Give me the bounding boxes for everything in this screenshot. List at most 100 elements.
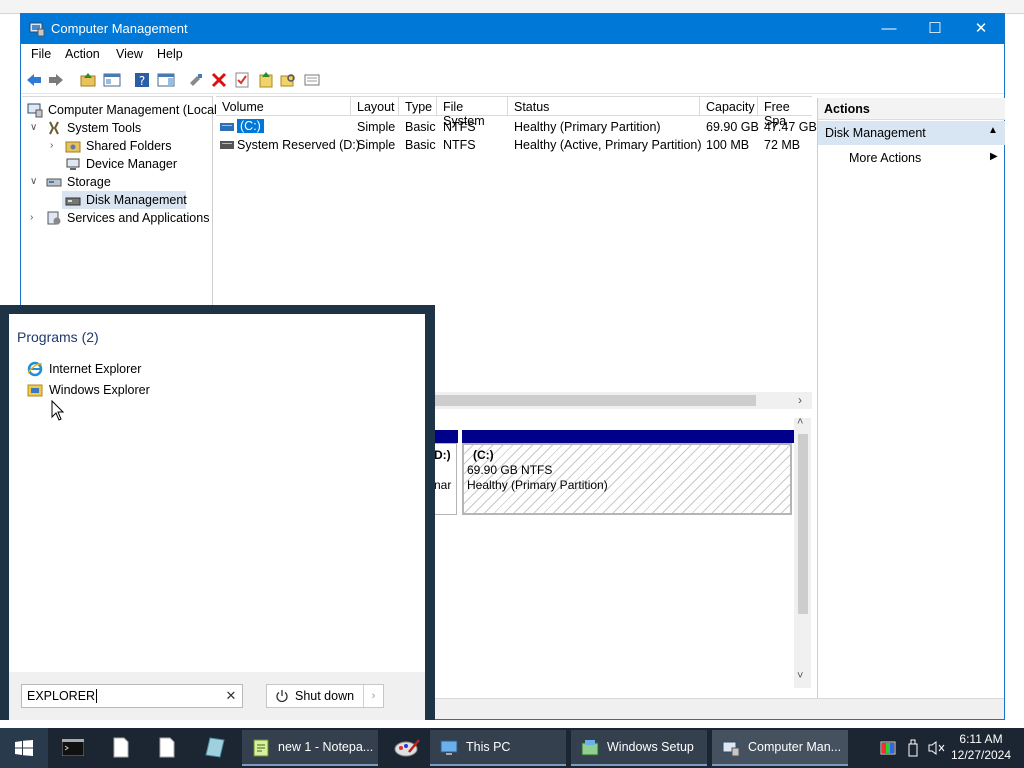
program-windows-explorer[interactable]: Windows Explorer [27, 381, 247, 401]
tree-label: Computer Management (Local [48, 103, 217, 117]
taskbar-pinned-app[interactable] [192, 728, 238, 768]
disk-map: D:) nar (C:) 69.90 GB NTFS Healthy (Prim… [429, 418, 805, 708]
vertical-scrollbar[interactable]: ˄ ˅ [794, 416, 811, 688]
tree-item-device-manager[interactable]: Device Manager [22, 155, 212, 173]
close-button[interactable]: ✕ [958, 14, 1004, 44]
window-title: Computer Management [51, 21, 188, 36]
export-icon[interactable] [257, 71, 275, 89]
partition-system-reserved[interactable]: D:) nar [433, 443, 457, 515]
document-icon [159, 737, 175, 758]
actions-section-disk-management[interactable]: Disk Management ▲ [818, 121, 1005, 145]
taskbar-command-prompt[interactable] [50, 728, 96, 768]
scroll-right-icon[interactable]: › [798, 393, 802, 407]
actions-header: Actions [818, 98, 1005, 120]
up-folder-icon[interactable] [79, 71, 97, 89]
shutdown-button[interactable]: Shut down › [266, 684, 384, 708]
menu-file[interactable]: File [31, 47, 51, 61]
tree-item-disk-management[interactable]: Disk Management [62, 191, 187, 209]
back-arrow-icon[interactable] [25, 71, 43, 89]
menu-view[interactable]: View [116, 47, 143, 61]
volume-muted-tray-icon[interactable] [928, 740, 946, 756]
taskbar-file-1[interactable] [98, 728, 144, 768]
search-input[interactable]: EXPLORER​ ✕ [21, 684, 243, 708]
forward-arrow-icon[interactable] [47, 71, 65, 89]
shared-folders-icon [65, 141, 81, 153]
tree-item-computer-management[interactable]: Computer Management (Local [22, 101, 217, 119]
column-header-capacity[interactable]: Capacity [700, 97, 758, 116]
table-row[interactable]: System Reserved (D:) Simple Basic NTFS H… [216, 136, 812, 154]
more-actions-item[interactable]: More Actions ▶ [818, 147, 1005, 169]
task-label: This PC [466, 740, 511, 754]
title-bar[interactable]: Computer Management — ☐ ✕ [21, 14, 1004, 44]
start-button[interactable] [0, 728, 48, 768]
partition-status: Healthy (Primary Partition) [467, 478, 608, 492]
partition-c[interactable]: (C:) 69.90 GB NTFS Healthy (Primary Part… [462, 443, 792, 515]
tree-item-system-tools[interactable]: ∨ System Tools [22, 119, 212, 137]
actions-pane: Actions Disk Management ▲ More Actions ▶ [817, 98, 1005, 698]
tree-label: System Tools [67, 121, 142, 135]
clear-search-icon[interactable]: ✕ [222, 688, 240, 706]
volume-name: System Reserved (D:) [237, 138, 360, 152]
connect-icon[interactable] [187, 71, 205, 89]
minimize-button[interactable]: — [866, 14, 912, 44]
tree-item-services-and-applications[interactable]: › Services and Applications [22, 209, 212, 227]
tree-item-shared-folders[interactable]: › Shared Folders [22, 137, 212, 155]
windows-logo-icon [15, 740, 33, 756]
taskbar-task-windows-setup[interactable]: Windows Setup [571, 730, 707, 766]
taskbar-file-2[interactable] [144, 728, 190, 768]
taskbar-paint-app[interactable] [384, 728, 430, 768]
program-internet-explorer[interactable]: Internet Explorer [27, 360, 247, 380]
partition-separator [458, 430, 462, 443]
volume-status: Healthy (Active, Primary Partition) [514, 138, 702, 152]
scroll-down-icon[interactable]: ˅ [797, 670, 803, 682]
volume-capacity: 100 MB [706, 138, 750, 152]
menu-help[interactable]: Help [157, 47, 183, 61]
chevron-right-icon[interactable]: › [30, 212, 40, 223]
taskbar-task-notepad[interactable]: new 1 - Notepa... [242, 730, 378, 766]
chevron-down-icon[interactable]: ∨ [30, 176, 40, 187]
program-label: Internet Explorer [49, 362, 142, 376]
chevron-right-icon[interactable]: › [50, 140, 60, 151]
chevron-down-icon[interactable]: ∨ [30, 122, 40, 133]
text-cursor: ​ [96, 689, 98, 703]
column-header-volume[interactable]: Volume [216, 97, 351, 116]
maximize-button[interactable]: ☐ [912, 14, 958, 44]
color-app-tray-icon[interactable] [880, 740, 896, 756]
list-view-icon[interactable] [303, 71, 321, 89]
collapse-up-icon[interactable]: ▲ [988, 125, 998, 136]
background-window-edge [1004, 14, 1024, 720]
delete-icon[interactable] [210, 71, 228, 89]
clock[interactable]: 6:11 AM 12/27/2024 [946, 731, 1016, 763]
partition-status: nar [434, 478, 452, 492]
menu-bar: File Action View Help [21, 44, 1004, 66]
power-icon [276, 690, 288, 703]
partition-label: D:) [434, 448, 451, 462]
column-header-layout[interactable]: Layout [351, 97, 399, 116]
column-header-file-system[interactable]: File System [437, 97, 508, 128]
show-hide-action-pane-icon[interactable] [157, 71, 175, 89]
taskbar-task-this-pc[interactable]: This PC [430, 730, 566, 766]
search-folder-icon[interactable] [279, 71, 297, 89]
column-header-free-space[interactable]: Free Spa [758, 97, 812, 128]
start-menu: Programs (2) Internet Explorer Windows E… [0, 305, 435, 720]
disk-header-bar [433, 430, 805, 443]
help-icon[interactable]: ? [133, 71, 151, 89]
column-header-type[interactable]: Type [399, 97, 437, 116]
show-hide-console-tree-icon[interactable] [103, 71, 121, 89]
menu-action[interactable]: Action [65, 47, 100, 61]
taskbar-task-computer-management[interactable]: Computer Man... [712, 730, 848, 766]
column-header-status[interactable]: Status [508, 97, 700, 116]
table-row[interactable]: (C:) Simple Basic NTFS Healthy (Primary … [216, 118, 817, 136]
tree-item-storage[interactable]: ∨ Storage [22, 173, 212, 191]
windows-setup-icon [581, 740, 599, 756]
properties-check-icon[interactable] [233, 71, 251, 89]
volume-icon [220, 141, 234, 149]
paint-palette-icon [394, 739, 420, 757]
scrollbar-thumb[interactable] [798, 434, 808, 614]
usb-device-tray-icon[interactable] [906, 739, 920, 757]
scroll-up-icon[interactable]: ˄ [797, 416, 803, 428]
volume-free-space: 72 MB [764, 138, 801, 152]
shutdown-options-arrow-icon[interactable]: › [363, 685, 383, 707]
this-pc-icon [440, 740, 458, 755]
volume-free-space: 47.47 GB [764, 120, 817, 134]
